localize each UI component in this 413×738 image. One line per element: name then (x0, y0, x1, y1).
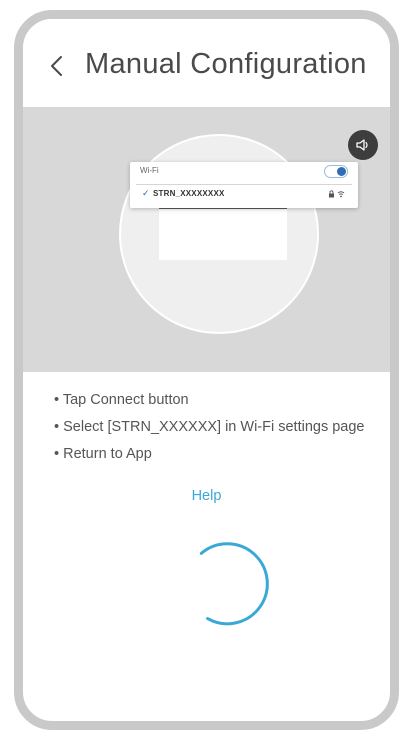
list-item: • Return to App (54, 446, 152, 462)
network-name: STRN_XXXXXXXX (153, 189, 225, 198)
help-link[interactable]: Help (23, 488, 390, 504)
wifi-signal-icon (337, 191, 345, 198)
wifi-illustration-panel (23, 107, 390, 372)
wifi-toggle (324, 165, 348, 178)
header: Manual Configuration (23, 19, 390, 107)
checkmark-icon: ✓ (142, 188, 150, 198)
list-item: • Tap Connect button (54, 392, 189, 408)
list-item: • Select [STRN_XXXXXX] in Wi-Fi settings… (54, 419, 365, 435)
network-status-icons (329, 190, 345, 198)
page-title: Manual Configuration (85, 48, 367, 80)
chevron-left-icon[interactable] (49, 55, 65, 77)
wifi-label: Wi-Fi (140, 166, 159, 175)
loading-spinner-icon (199, 542, 269, 626)
instruction-list: • Tap Connect button • Select [STRN_XXXX… (54, 387, 365, 468)
phone-frame: Manual Configuration Wi-Fi ✓ STRN_XXXXXX… (14, 10, 399, 730)
speaker-icon (356, 139, 368, 151)
lock-icon (329, 190, 334, 198)
wifi-toggle-knob (337, 167, 346, 176)
wifi-settings-card: Wi-Fi ✓ STRN_XXXXXXXX (130, 162, 358, 208)
sound-button[interactable] (348, 130, 378, 160)
divider (136, 184, 352, 185)
